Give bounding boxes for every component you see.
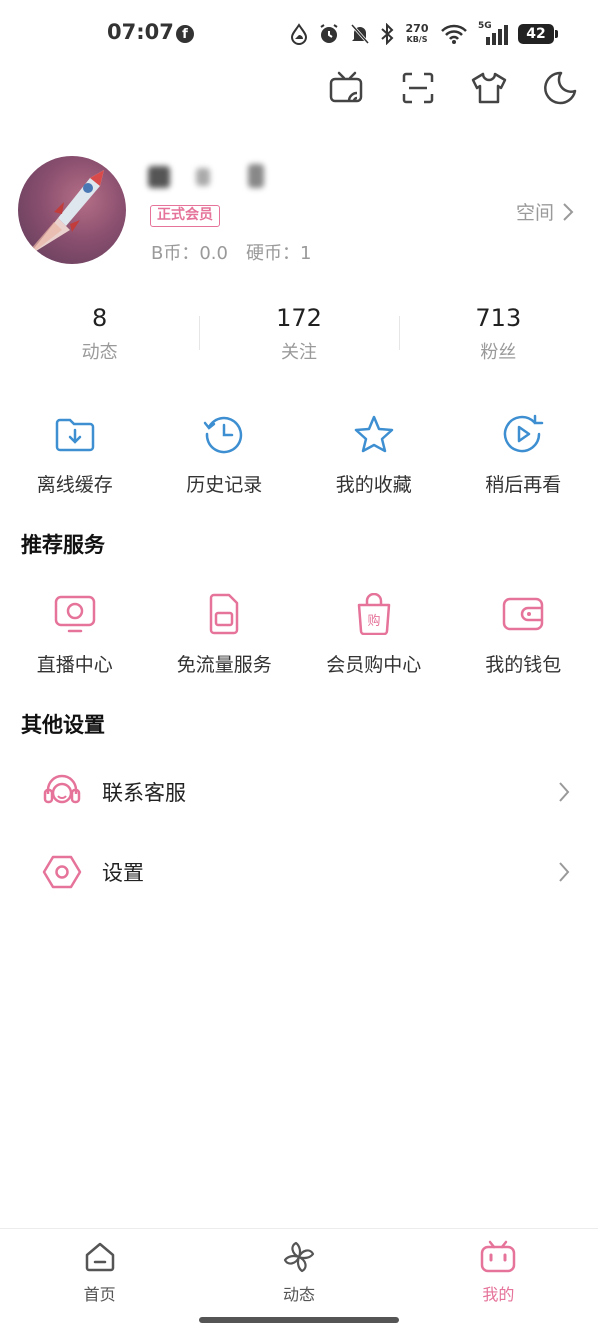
stat-label: 动态 — [81, 342, 118, 363]
service-label: 直播中心 — [36, 654, 113, 676]
watch-later-icon — [504, 414, 544, 453]
net-speed-unit: KB/S — [406, 35, 428, 44]
top-actions — [327, 68, 580, 108]
water-drop-icon — [290, 23, 308, 45]
nav-mine[interactable]: 我的 — [399, 1229, 598, 1336]
username-redacted — [148, 158, 272, 192]
avatar[interactable] — [18, 156, 126, 264]
scan-icon[interactable] — [398, 68, 438, 108]
section-title-recommended: 推荐服务 — [21, 533, 105, 557]
history-button[interactable]: 历史记录 — [150, 408, 300, 497]
net-speed-value: 270 — [405, 22, 429, 35]
download-folder-icon — [55, 418, 94, 452]
quick-action-label: 稍后再看 — [485, 474, 562, 496]
pinwheel-icon — [283, 1241, 315, 1273]
facebook-icon: f — [176, 25, 194, 43]
bluetooth-icon — [381, 23, 394, 45]
wifi-icon — [441, 24, 467, 44]
nav-label: 首页 — [83, 1285, 116, 1304]
nav-label: 我的 — [482, 1285, 515, 1304]
battery-indicator: 42 — [518, 24, 558, 44]
stat-number: 8 — [92, 304, 108, 332]
free-data-service-button[interactable]: 免流量服务 — [150, 588, 300, 677]
watch-later-button[interactable]: 稍后再看 — [449, 408, 598, 497]
quick-action-label: 历史记录 — [186, 474, 263, 496]
wallet-button[interactable]: 我的钱包 — [449, 588, 598, 677]
quick-actions: 离线缓存 历史记录 我的收藏 稍后再看 — [0, 408, 598, 497]
contact-support-item[interactable]: 联系客服 — [0, 752, 598, 832]
vip-badge: 正式会员 — [150, 205, 220, 227]
bilibili-tv-icon — [481, 1240, 516, 1273]
home-indicator[interactable] — [199, 1317, 399, 1323]
quick-action-label: 我的收藏 — [335, 474, 412, 496]
status-icons: 270 KB/S 5G 42 — [290, 20, 558, 48]
svg-text:购: 购 — [367, 613, 380, 629]
favorites-button[interactable]: 我的收藏 — [299, 408, 449, 497]
section-title-other: 其他设置 — [21, 713, 105, 737]
wallet-icon — [503, 597, 544, 631]
stat-label: 粉丝 — [480, 342, 517, 363]
home-icon — [85, 1242, 114, 1272]
mute-bell-icon — [350, 24, 370, 44]
signal-icon: 5G — [478, 21, 508, 45]
nav-home[interactable]: 首页 — [0, 1229, 199, 1336]
net-speed: 270 KB/S — [404, 23, 430, 45]
list-item-label: 联系客服 — [102, 781, 186, 805]
live-center-button[interactable]: 直播中心 — [0, 588, 150, 677]
settings-hexagon-icon — [42, 855, 82, 889]
theme-shirt-icon[interactable] — [469, 68, 509, 108]
status-bar: 07:07 f 270 KB/S 5G 42 — [0, 0, 598, 66]
stat-number: 172 — [276, 304, 322, 332]
live-tv-icon — [54, 595, 95, 633]
stat-number: 713 — [475, 304, 522, 332]
star-icon — [354, 415, 393, 453]
nav-label: 动态 — [282, 1285, 315, 1304]
stat-following[interactable]: 172 关注 — [199, 298, 398, 368]
service-label: 会员购中心 — [326, 654, 422, 676]
recommended-services: 直播中心 免流量服务 购 会员购中心 我的钱包 — [0, 588, 598, 677]
chevron-right-icon — [563, 202, 574, 221]
night-mode-moon-icon[interactable] — [540, 68, 580, 108]
vip-shop-button[interactable]: 购 会员购中心 — [299, 588, 449, 677]
b-coin-balance: B币：0.0 — [151, 243, 228, 264]
sim-card-icon — [210, 593, 239, 635]
stats-row: 8 动态 172 关注 713 粉丝 — [0, 298, 598, 368]
shopping-bag-icon: 购 — [357, 593, 390, 635]
history-clock-icon — [204, 416, 243, 454]
space-link[interactable]: 空间 — [516, 198, 574, 225]
alarm-icon — [320, 24, 338, 43]
chevron-right-icon — [559, 862, 570, 882]
headset-icon — [43, 774, 81, 804]
service-label: 免流量服务 — [176, 654, 272, 676]
offline-cache-button[interactable]: 离线缓存 — [0, 408, 150, 497]
rocket-avatar-image — [18, 170, 104, 264]
status-time: 07:07 — [107, 20, 174, 44]
tv-cast-icon[interactable] — [327, 68, 367, 108]
stat-label: 关注 — [280, 342, 317, 363]
hard-coin-balance: 硬币：1 — [245, 243, 312, 264]
service-label: 我的钱包 — [485, 654, 562, 676]
settings-item[interactable]: 设置 — [0, 832, 598, 912]
quick-action-label: 离线缓存 — [36, 474, 113, 496]
coins-row: B币：0.0 硬币：1 — [151, 239, 311, 265]
list-item-label: 设置 — [102, 861, 144, 885]
stat-dynamics[interactable]: 8 动态 — [0, 298, 199, 368]
stat-fans[interactable]: 713 粉丝 — [398, 298, 598, 368]
chevron-right-icon — [559, 782, 570, 802]
space-link-label: 空间 — [515, 202, 554, 224]
